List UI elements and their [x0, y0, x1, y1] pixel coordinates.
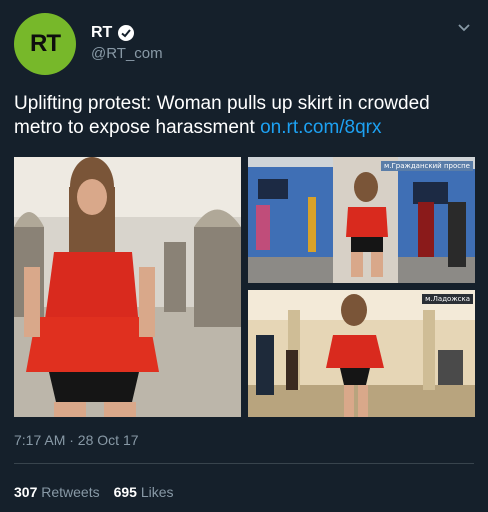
divider [14, 463, 474, 464]
user-handle[interactable]: @RT_com [91, 45, 163, 62]
display-name[interactable]: RT [91, 24, 112, 42]
likes-stat[interactable]: 695 Likes [114, 484, 174, 500]
avatar[interactable]: RT [14, 13, 76, 75]
retweets-label: Retweets [41, 484, 100, 500]
engagement-stats: 307 Retweets 695 Likes [14, 484, 174, 500]
tweet-link[interactable]: on.rt.com/8qrx [260, 117, 381, 138]
station-sign: м.Гражданский проспе [381, 161, 473, 171]
retweets-count: 307 [14, 484, 38, 500]
author-name-row[interactable]: RT [91, 24, 135, 42]
verified-badge-icon [118, 25, 135, 41]
likes-label: Likes [140, 484, 174, 500]
retweets-stat[interactable]: 307 Retweets [14, 484, 100, 500]
tweet-timestamp[interactable]: 7:17 AM · 28 Oct 17 [14, 432, 139, 448]
photo-main[interactable] [14, 157, 241, 417]
media-grid: м.Гражданский проспе м.Ладожска [14, 157, 475, 417]
rt-logo: RT [30, 30, 61, 57]
chevron-down-icon[interactable] [456, 20, 472, 36]
tweet-text: Uplifting protest: Woman pulls up skirt … [14, 92, 474, 140]
photo-bottom-right[interactable]: м.Ладожска [248, 290, 475, 417]
likes-count: 695 [113, 484, 137, 500]
station-sign: м.Ладожска [422, 294, 473, 304]
tweet-card: RT RT @RT_com Uplifting protest: Woman p… [0, 0, 488, 512]
photo-top-right[interactable]: м.Гражданский проспе [248, 157, 475, 283]
